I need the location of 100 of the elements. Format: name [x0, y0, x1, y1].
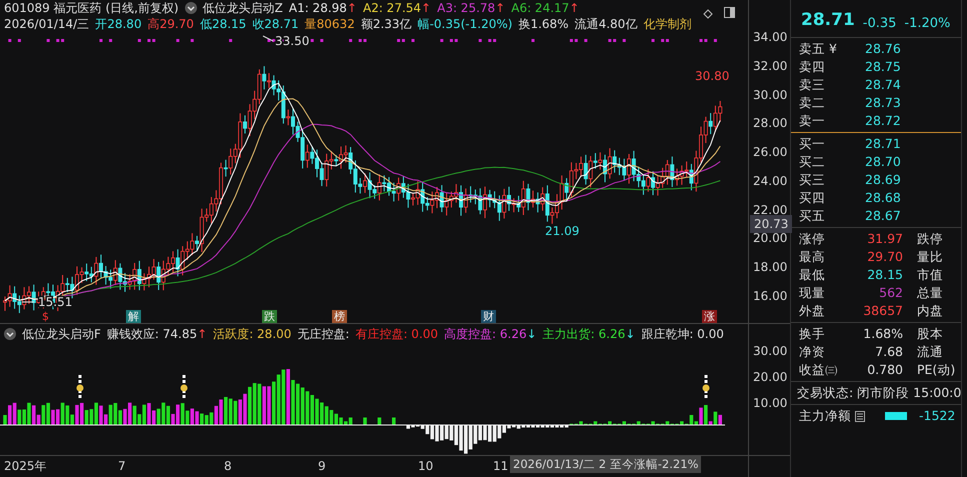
stat-label: 换手 [799, 325, 826, 343]
order-level: 买二 [799, 153, 826, 171]
event-tag[interactable]: 财 [481, 310, 496, 323]
quote-value: 换1.68% [518, 16, 569, 32]
order-level: 卖四 [799, 58, 826, 76]
stat-value: 7.68 [874, 343, 903, 361]
arrow-icon: ↑ [495, 0, 506, 16]
flow-value: -1522 [919, 407, 956, 425]
indicator-name: 低位龙头启动Z [202, 0, 283, 16]
stat-label: 总量 [917, 284, 943, 302]
axis-label: 34.00 [753, 29, 788, 46]
price-label: 33.50 [275, 34, 310, 48]
stat-label: 现量 [799, 284, 826, 302]
order-price: 28.72 [865, 112, 902, 130]
date-label: 2025年 [4, 458, 47, 475]
trading-status: 交易状态: 闭市阶段 15:00:0 [797, 384, 962, 402]
order-level: 卖三 [799, 76, 826, 94]
quote-value: 量80632 [304, 16, 355, 32]
arrow-icon: ↑ [346, 0, 357, 16]
axis-label: 16.00 [753, 288, 788, 306]
order-price: 28.76 [865, 40, 902, 58]
stat-label: 流通 [917, 343, 943, 361]
arrow-icon: ↑ [197, 326, 208, 342]
stat-value: 31.97 [866, 230, 903, 248]
price-change: -0.35 [862, 14, 896, 32]
indicator-value: 赚钱效应: 74.85 [106, 326, 198, 342]
order-price: 28.68 [865, 189, 902, 207]
quote-value: 幅-0.35(-1.20%) [418, 16, 512, 32]
price-label: 21.09 [545, 224, 580, 238]
stat-value: 29.70 [866, 248, 903, 266]
axis-label: 30.00 [753, 343, 788, 360]
axis-label: 24.00 [753, 172, 788, 190]
axis-label: 18.00 [753, 259, 788, 276]
event-tag[interactable]: 涨 [702, 310, 717, 323]
stat-value: 0.780 [866, 361, 903, 379]
order-price: 28.75 [865, 58, 902, 76]
order-level: 买三 [799, 171, 826, 189]
order-level: 卖五 ¥ [799, 40, 838, 58]
current-price: 28.71 [801, 8, 855, 32]
price-label: 30.80 [695, 69, 730, 83]
order-level: 买四 [799, 189, 826, 207]
indicator-value: A3: 25.78 [437, 0, 496, 16]
order-level: 卖二 [799, 94, 826, 112]
stat-label: 主力净额 [799, 407, 851, 425]
axis-label: 20.00 [753, 369, 788, 386]
stat-value: 28.15 [866, 266, 903, 284]
stat-label: 收益㈢ [799, 361, 839, 379]
indicator-value: 有庄控盘: 0.00 [355, 326, 438, 342]
order-price: 28.73 [865, 94, 902, 112]
stat-value: 38657 [862, 302, 903, 320]
axis-label: 30.00 [753, 86, 788, 104]
order-level: 卖一 [799, 112, 826, 130]
indicator-value: A1: 28.98 [288, 0, 347, 16]
event-tag[interactable]: 解 [126, 310, 141, 323]
stat-label: 股本 [917, 325, 943, 343]
order-price: 28.74 [865, 76, 902, 94]
arrow-icon: ↓ [526, 326, 537, 342]
event-tag[interactable]: $ [40, 310, 51, 323]
stat-label: 最高 [799, 248, 826, 266]
date-label: 7 [118, 458, 126, 475]
axis-label: 20.00 [753, 230, 788, 248]
stat-value: 562 [878, 284, 903, 302]
indicator-value: 活跃度: 28.00 [213, 326, 292, 342]
event-tag[interactable]: 跌 [262, 310, 277, 323]
indicator-value: 无庄控盘: [297, 326, 350, 342]
stat-label: 量比 [917, 248, 943, 266]
order-price: 28.67 [865, 207, 902, 225]
quote-value: 流通4.80亿 [574, 16, 638, 32]
stat-label: PE(动) [917, 361, 956, 379]
order-level: 买一 [799, 135, 826, 153]
quote-value: 高29.70 [148, 16, 194, 32]
indicator-value: 主力出货: 6.26 [542, 326, 626, 342]
quote-value: 低28.15 [200, 16, 246, 32]
arrow-icon: ↓ [625, 326, 636, 342]
quote-value: 化学制剂 [643, 16, 692, 32]
date-label: 8 [224, 458, 232, 475]
indicator-value: 跟庄乾坤: 0.00 [641, 326, 724, 342]
date-label: 9 [318, 458, 326, 475]
order-price: 28.70 [865, 153, 902, 171]
order-level: 买五 [799, 207, 826, 225]
arrow-icon: ↑ [421, 0, 432, 16]
stat-label: 涨停 [799, 230, 826, 248]
axis-label: 10.00 [753, 395, 788, 412]
quote-value: 收28.71 [252, 16, 299, 32]
quote-value: 额2.33亿 [360, 16, 412, 32]
stat-value: 1.68% [862, 325, 903, 343]
axis-label: 32.00 [753, 58, 788, 75]
quote-value: 开28.80 [95, 16, 142, 32]
event-tag[interactable]: 榜 [332, 310, 347, 323]
date-label: 10 [418, 458, 434, 475]
indicator-value: 高度控盘: 6.26 [444, 326, 527, 342]
date-label: 11 [493, 458, 508, 475]
stat-label: 内盘 [917, 302, 943, 320]
quote-value: 2026/01/14/三 [4, 16, 90, 32]
axis-label: 28.00 [753, 115, 788, 132]
stock-title: 601089 福元医药 (日线,前复权) [4, 0, 179, 16]
order-price: 28.71 [865, 135, 902, 153]
stat-label: 净资 [799, 343, 826, 361]
axis-marker: 20.73 [750, 215, 792, 233]
indicator-name: 低位龙头启动F [22, 326, 101, 342]
